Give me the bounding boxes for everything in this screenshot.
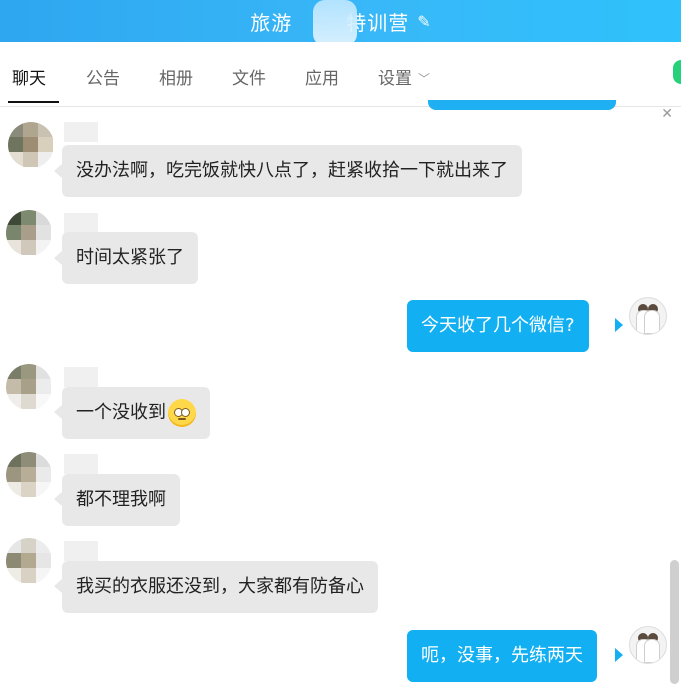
tab-files[interactable]: 文件 xyxy=(232,64,266,89)
bubble-tail xyxy=(54,405,62,419)
worried-face-emoji-icon xyxy=(168,399,196,427)
tab-chat[interactable]: 聊天 xyxy=(12,64,46,89)
avatar[interactable] xyxy=(6,538,52,584)
active-tab-indicator xyxy=(8,101,59,103)
bubble-tail xyxy=(54,492,62,506)
group-title-left: 旅游 xyxy=(250,10,293,35)
message-text: 一个没收到 xyxy=(76,402,166,423)
avatar[interactable] xyxy=(6,364,52,410)
sender-name-redacted xyxy=(64,367,98,387)
tab-settings[interactable]: 设置 ﹀ xyxy=(378,64,430,89)
avatar[interactable] xyxy=(6,452,52,498)
sender-name-redacted xyxy=(64,213,98,233)
close-icon[interactable]: ✕ xyxy=(661,106,673,122)
bubble-tail xyxy=(615,648,623,662)
avatar[interactable] xyxy=(8,122,54,168)
redacted-blur xyxy=(313,0,357,46)
chat-scrollbar[interactable] xyxy=(670,560,679,684)
sender-name-redacted xyxy=(64,122,98,142)
my-avatar[interactable] xyxy=(629,297,667,335)
message-bubble-incoming[interactable]: 没办法啊，吃完饭就快八点了，赶紧收拾一下就出来了 xyxy=(62,145,522,197)
bubble-tail xyxy=(615,318,623,332)
bubble-tail xyxy=(54,251,62,265)
tab-bar: 聊天 公告 相册 文件 应用 设置 ﹀ xyxy=(0,42,681,107)
sender-name-redacted xyxy=(64,541,98,561)
avatar[interactable] xyxy=(6,210,52,256)
tab-announcement[interactable]: 公告 xyxy=(86,64,120,89)
message-bubble-incoming[interactable]: 我买的衣服还没到，大家都有防备心 xyxy=(62,561,378,613)
message-bubble-incoming[interactable]: 一个没收到 xyxy=(62,387,210,439)
chevron-down-icon: ﹀ xyxy=(418,72,431,86)
tab-album[interactable]: 相册 xyxy=(159,64,193,89)
message-bubble-incoming[interactable]: 时间太紧张了 xyxy=(62,232,198,284)
message-bubble-outgoing[interactable]: 今天收了几个微信? xyxy=(407,300,589,352)
message-bubble-incoming[interactable]: 都不理我啊 xyxy=(62,474,180,526)
status-indicator-icon xyxy=(673,60,681,84)
bubble-tail xyxy=(54,164,62,178)
tab-apps[interactable]: 应用 xyxy=(305,64,339,89)
edit-pencil-icon[interactable]: ✎ xyxy=(417,12,430,31)
previous-message-bubble xyxy=(428,100,616,110)
tab-settings-label: 设置 xyxy=(378,69,412,89)
message-bubble-outgoing[interactable]: 呃，没事，先练两天 xyxy=(407,630,597,682)
my-avatar[interactable] xyxy=(629,626,667,664)
sender-name-redacted xyxy=(64,454,98,474)
bubble-tail xyxy=(54,579,62,593)
